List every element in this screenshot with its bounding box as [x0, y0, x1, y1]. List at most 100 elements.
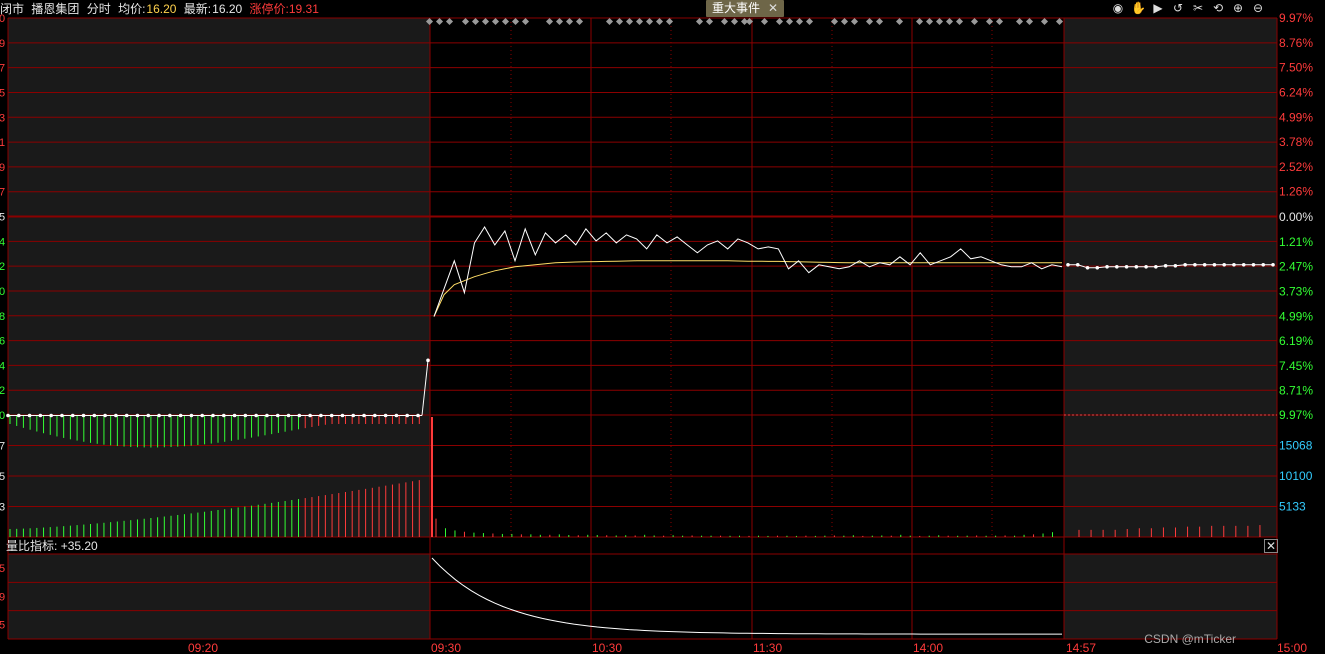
left-price-tick: 1 [0, 137, 5, 149]
event-diamond [935, 17, 944, 26]
latest-price-value: 16.20 [212, 2, 243, 16]
event-diamond [705, 17, 714, 26]
pct-tick-down: 4.99% [1279, 309, 1313, 323]
zoom-in-icon[interactable]: ⊕ [1231, 1, 1245, 15]
pct-tick-down: 8.71% [1279, 384, 1313, 398]
left-price-tick: 9 [0, 38, 5, 50]
event-diamond [645, 17, 654, 26]
event-diamond [565, 17, 574, 26]
event-diamond [875, 17, 884, 26]
event-diamond [695, 17, 704, 26]
left-price-tick: 7 [0, 187, 5, 199]
play-icon[interactable]: ▶ [1151, 1, 1165, 15]
left-sub-tick: 5 [0, 620, 5, 632]
event-diamond [925, 17, 934, 26]
postclose-price-point [1261, 262, 1266, 267]
avg-price-label: 均价: [118, 2, 146, 16]
volume-tick: 5133 [1279, 500, 1306, 514]
postclose-price-point [1271, 262, 1275, 267]
avg-price-value: 16.20 [146, 2, 177, 16]
event-diamond [895, 17, 904, 26]
event-diamond [730, 17, 739, 26]
event-diamond [840, 17, 849, 26]
refresh-icon[interactable]: ⟲ [1211, 1, 1225, 15]
event-diamond [625, 17, 634, 26]
postclose-price-point [1193, 262, 1197, 267]
chart-mode[interactable]: 分时 [87, 2, 111, 16]
hand-icon[interactable]: ✋ [1131, 1, 1146, 15]
event-diamond [665, 17, 674, 26]
pct-tick-down: 6.19% [1279, 334, 1313, 348]
event-diamond [511, 17, 520, 26]
event-diamond [501, 17, 510, 26]
event-diamond [720, 17, 729, 26]
price-line [433, 226, 1063, 317]
shade-sub-0 [8, 554, 430, 639]
scissors-icon[interactable]: ✂ [1191, 1, 1205, 15]
postclose-price-point [1095, 265, 1100, 270]
event-diamond [655, 17, 664, 26]
pct-tick-up: 7.50% [1279, 61, 1313, 75]
postclose-price-point [1241, 262, 1246, 267]
chart-toolbar: ◉ ✋ ▶ ↺ ✂ ⟲ ⊕ ⊖ [1111, 1, 1265, 17]
pct-tick-down: 7.45% [1279, 359, 1313, 373]
pct-tick-down: 9.97% [1279, 408, 1313, 422]
pct-tick-zero: 0.00% [1279, 210, 1313, 224]
major-event-tag[interactable]: 重大事件 ✕ [706, 0, 785, 17]
volume-ratio-line [431, 557, 1062, 635]
eye-icon[interactable]: ◉ [1111, 1, 1125, 15]
event-diamond [461, 17, 470, 26]
time-tick: 14:00 [913, 641, 943, 654]
preopen-price-point [426, 358, 430, 363]
postclose-price-point [1222, 262, 1226, 267]
event-diamond [521, 17, 530, 26]
event-diamond [865, 17, 874, 26]
event-diamond [555, 17, 564, 26]
close-icon[interactable]: ✕ [768, 1, 778, 15]
left-volume-tick: 7 [0, 441, 5, 453]
limit-up-label: 涨停价: [249, 2, 289, 16]
left-price-tick: 7 [0, 63, 5, 75]
pct-tick-up: 1.26% [1279, 185, 1313, 199]
event-diamond [1040, 17, 1049, 26]
left-price-tick: 8 [0, 311, 5, 323]
undo-icon[interactable]: ↺ [1171, 1, 1185, 15]
event-diamond [805, 17, 814, 26]
close-subchart-icon[interactable]: ✕ [1264, 539, 1278, 553]
limit-up-value: 19.31 [288, 2, 319, 16]
event-diamond [491, 17, 500, 26]
postclose-price-point [1251, 262, 1256, 267]
left-price-tick: 9 [0, 162, 5, 174]
event-diamond [471, 17, 480, 26]
event-diamond [915, 17, 924, 26]
left-price-tick: 2 [0, 385, 5, 397]
shade-sub-1 [1064, 554, 1277, 639]
event-diamond [785, 17, 794, 26]
postclose-price-point [1173, 263, 1178, 268]
event-diamond [995, 17, 1004, 26]
stock-name[interactable]: 播恩集团 [31, 2, 79, 16]
postclose-price-point [1115, 264, 1119, 269]
postclose-price-point [1212, 262, 1217, 267]
event-diamond [1055, 17, 1064, 26]
postclose-price-point [1134, 264, 1139, 269]
left-price-tick: 0 [0, 286, 5, 298]
pct-tick-up: 3.78% [1279, 135, 1313, 149]
pct-tick-up: 9.97% [1279, 11, 1313, 25]
event-diamond [1025, 17, 1034, 26]
pct-tick-up: 8.76% [1279, 36, 1313, 50]
zoom-out-icon[interactable]: ⊖ [1251, 1, 1265, 15]
volume-ratio-value: +35.20 [60, 539, 98, 553]
left-price-tick: 5 [0, 212, 5, 224]
event-diamond [955, 17, 964, 26]
volume-ratio-header: 量比指标: +35.20 [6, 539, 98, 553]
avg-price-line [433, 260, 1062, 317]
major-event-label: 重大事件 [712, 1, 761, 15]
event-diamond [435, 17, 444, 26]
watermark: CSDN @mTicker [1144, 632, 1236, 646]
event-diamond [795, 17, 804, 26]
postclose-price-point [1202, 262, 1207, 267]
postclose-price-point [1085, 265, 1090, 270]
postclose-price-point [1154, 264, 1158, 269]
left-price-tick: 4 [0, 360, 5, 372]
